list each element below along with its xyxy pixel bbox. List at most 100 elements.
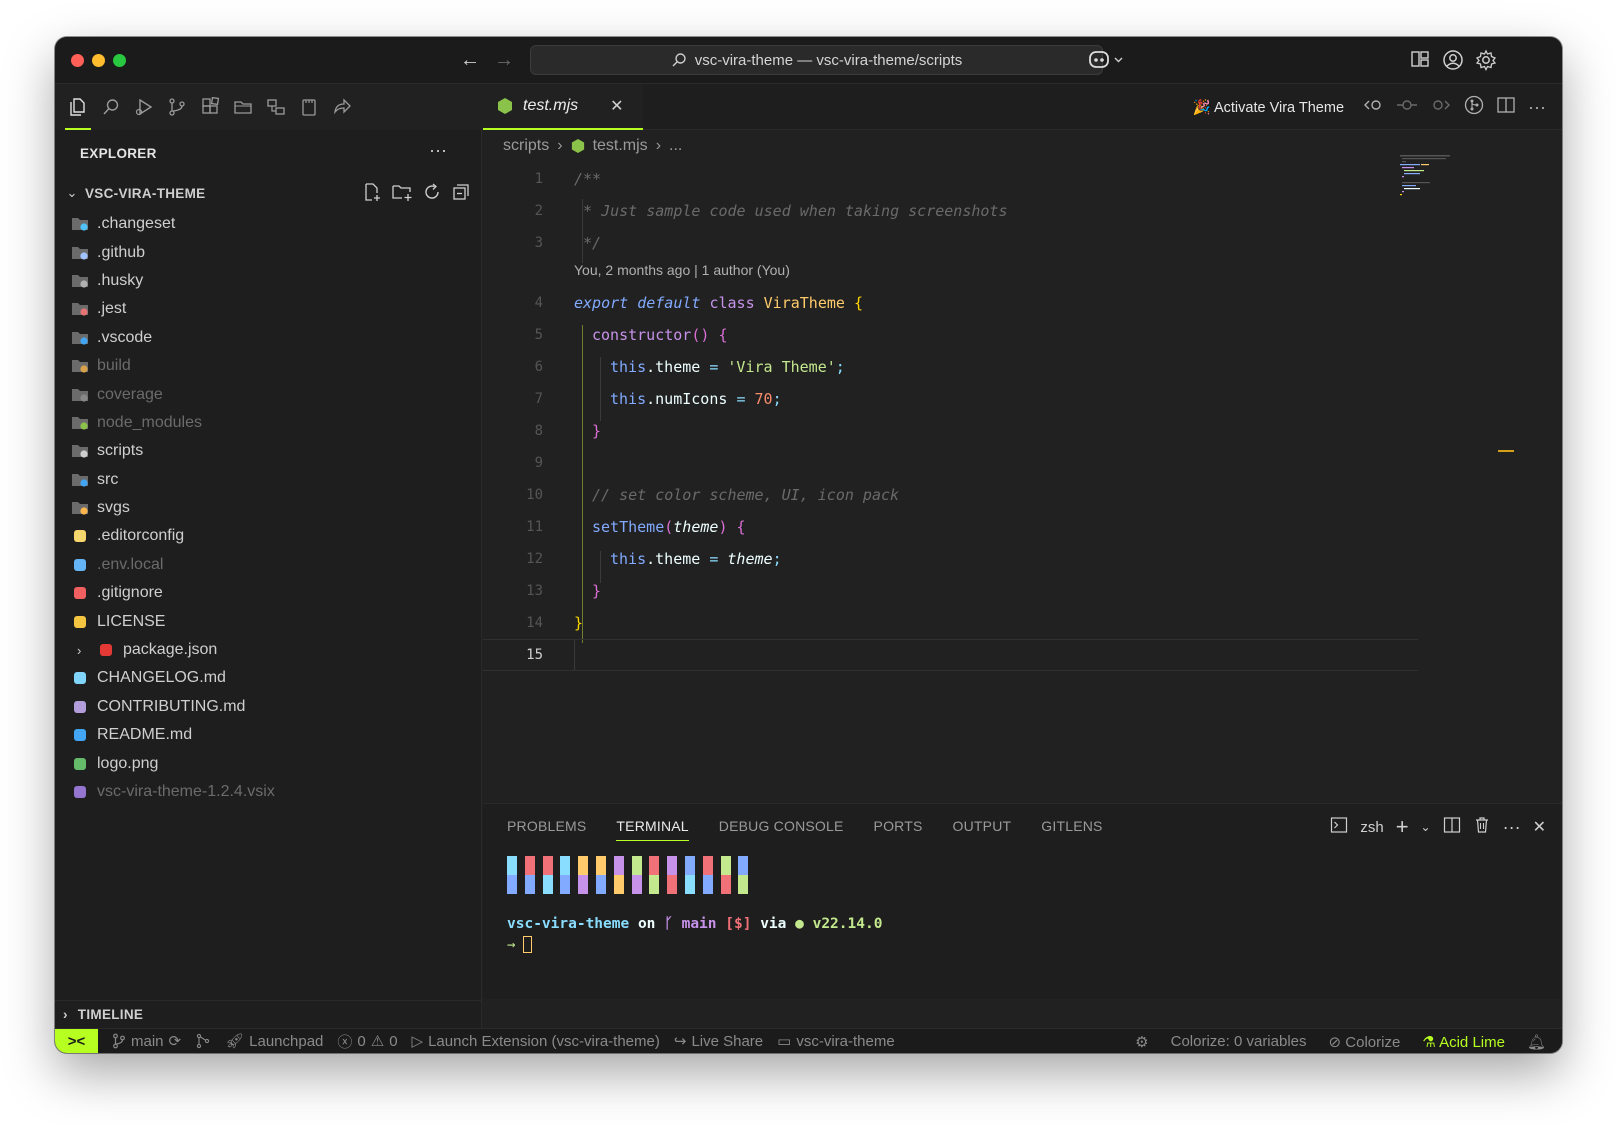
file-tree-item[interactable]: logo.png: [55, 749, 481, 777]
explorer-actions: [362, 182, 471, 207]
breadcrumb-folder[interactable]: scripts: [503, 137, 549, 155]
file-tree-item[interactable]: node_modules: [55, 409, 481, 437]
file-tree-item[interactable]: CHANGELOG.md: [55, 664, 481, 692]
split-terminal-icon[interactable]: [1443, 816, 1461, 838]
file-tree-item[interactable]: .github: [55, 238, 481, 266]
notifications-bell-icon[interactable]: 🔔︎: [1527, 1033, 1546, 1051]
code-text: this.numIcons = 70;: [610, 390, 782, 408]
warning-count: 0: [389, 1032, 398, 1050]
project-manager-icon[interactable]: [228, 92, 258, 122]
chevron-down-icon[interactable]: ⌄: [1421, 820, 1431, 834]
remote-explorer-icon[interactable]: [261, 92, 291, 122]
new-folder-icon[interactable]: [391, 182, 413, 207]
new-file-icon[interactable]: [362, 182, 382, 207]
extension-bug-icon[interactable]: ⚙: [1135, 1033, 1148, 1051]
file-tree-item[interactable]: .editorconfig: [55, 522, 481, 550]
git-blame-lens[interactable]: You, 2 months ago | 1 author (You): [483, 257, 1418, 283]
file-tree-item[interactable]: svgs: [55, 494, 481, 522]
new-terminal-icon[interactable]: +: [1396, 816, 1409, 838]
file-tree-item[interactable]: .changeset: [55, 210, 481, 238]
file-tree-item[interactable]: coverage: [55, 380, 481, 408]
zoom-window-button[interactable]: [113, 54, 126, 67]
remote-indicator-icon[interactable]: ><: [55, 1028, 98, 1053]
account-icon[interactable]: [1442, 49, 1466, 73]
more-actions-icon[interactable]: ···: [429, 140, 447, 161]
panel-tab-terminal[interactable]: TERMINAL: [616, 818, 689, 841]
minimap[interactable]: [1400, 155, 1460, 235]
workspace-folder-status[interactable]: ▭ vsc-vira-theme: [777, 1032, 895, 1051]
file-tree-item[interactable]: CONTRIBUTING.md: [55, 693, 481, 721]
more-actions-icon[interactable]: ···: [1503, 817, 1521, 838]
collapse-all-icon[interactable]: [451, 182, 471, 207]
launch-extension-status[interactable]: ▷ Launch Extension (vsc-vira-theme): [412, 1032, 660, 1051]
workspace-root[interactable]: ⌄ VSC-VIRA-THEME: [55, 180, 481, 206]
terminal-input-line[interactable]: →: [507, 936, 533, 953]
file-tree-item[interactable]: scripts: [55, 437, 481, 465]
panel-tab-ports[interactable]: PORTS: [874, 818, 923, 841]
code-line: 9: [483, 447, 1418, 479]
theme-status[interactable]: ⚗ Acid Lime: [1422, 1033, 1505, 1051]
close-window-button[interactable]: [71, 54, 84, 67]
run-debug-icon[interactable]: [129, 92, 159, 122]
chevron-right-icon: ›: [63, 1007, 68, 1022]
file-tree-item[interactable]: LICENSE: [55, 607, 481, 635]
chevron-right-icon[interactable]: ›: [77, 643, 89, 658]
file-tree-item[interactable]: .jest: [55, 295, 481, 323]
panel-tab-problems[interactable]: PROBLEMS: [507, 818, 586, 841]
activate-vira-theme-button[interactable]: 🎉 Activate Vira Theme: [1193, 99, 1344, 116]
breadcrumb-symbol[interactable]: ...: [669, 137, 682, 155]
folder-github-icon: [71, 244, 89, 262]
close-icon[interactable]: ✕: [610, 96, 623, 116]
file-tree-item[interactable]: README.md: [55, 721, 481, 749]
gitlens-commit-icon[interactable]: [1396, 97, 1418, 118]
tab-test-mjs[interactable]: test.mjs ✕: [483, 84, 643, 130]
file-tree-item[interactable]: .env.local: [55, 551, 481, 579]
file-tree-item[interactable]: build: [55, 352, 481, 380]
code-editor[interactable]: 1 /** 2 * Just sample code used when tak…: [483, 161, 1418, 841]
gitlens-graph-icon[interactable]: [195, 1033, 211, 1049]
gear-icon[interactable]: [1475, 49, 1499, 73]
source-control-icon[interactable]: [162, 92, 192, 122]
terminal-color-bar: [524, 856, 535, 894]
file-tree-item[interactable]: › package.json: [55, 636, 481, 664]
split-editor-icon[interactable]: [1496, 95, 1516, 120]
colorize-variables-status[interactable]: Colorize: 0 variables: [1171, 1033, 1307, 1050]
sync-icon[interactable]: ⟳: [169, 1032, 182, 1050]
panel-tab-gitlens[interactable]: GITLENS: [1041, 818, 1102, 841]
live-share-status[interactable]: ↪ Live Share: [674, 1032, 763, 1051]
folder-scripts-icon: [71, 442, 89, 460]
terminal-shell-label[interactable]: zsh: [1360, 819, 1383, 836]
panel-tab-output[interactable]: OUTPUT: [953, 818, 1012, 841]
command-center[interactable]: vsc-vira-theme — vsc-vira-theme/scripts: [530, 45, 1103, 75]
branch-status[interactable]: main ⟳: [112, 1032, 181, 1050]
gitlens-previous-icon[interactable]: [1362, 97, 1384, 118]
panel-tab-debug-console[interactable]: DEBUG CONSOLE: [719, 818, 844, 841]
trash-icon[interactable]: [1473, 816, 1491, 838]
testing-icon[interactable]: [294, 92, 324, 122]
close-panel-icon[interactable]: ✕: [1533, 817, 1546, 837]
layout-icon[interactable]: [1410, 49, 1434, 73]
copilot-icon[interactable]: [1088, 49, 1128, 73]
file-tree-item[interactable]: .husky: [55, 267, 481, 295]
forward-arrow-icon[interactable]: →: [491, 47, 517, 73]
problems-status[interactable]: ⓧ 0 ⚠ 0: [337, 1031, 397, 1052]
minimize-window-button[interactable]: [92, 54, 105, 67]
file-tree-item[interactable]: src: [55, 466, 481, 494]
more-actions-icon[interactable]: ···: [1528, 97, 1546, 118]
launchpad-status[interactable]: 🚀︎ Launchpad: [225, 1032, 323, 1051]
launch-label: Launch Extension (vsc-vira-theme): [428, 1032, 660, 1050]
back-arrow-icon[interactable]: ←: [457, 47, 483, 73]
explorer-files-icon[interactable]: [63, 92, 93, 130]
gitlens-compare-icon[interactable]: [1464, 95, 1484, 120]
extensions-icon[interactable]: [195, 92, 225, 122]
colorize-status[interactable]: ⊘ Colorize: [1329, 1033, 1401, 1051]
refresh-icon[interactable]: [422, 182, 442, 207]
breadcrumb-file[interactable]: test.mjs: [593, 137, 648, 155]
search-icon[interactable]: [96, 92, 126, 122]
file-tree-item[interactable]: .gitignore: [55, 579, 481, 607]
gitlens-next-icon[interactable]: [1430, 97, 1452, 118]
timeline-section[interactable]: › TIMELINE: [55, 1000, 481, 1028]
live-share-icon[interactable]: [327, 92, 357, 122]
file-tree-item[interactable]: .vscode: [55, 324, 481, 352]
file-tree-item[interactable]: vsc-vira-theme-1.2.4.vsix: [55, 778, 481, 806]
